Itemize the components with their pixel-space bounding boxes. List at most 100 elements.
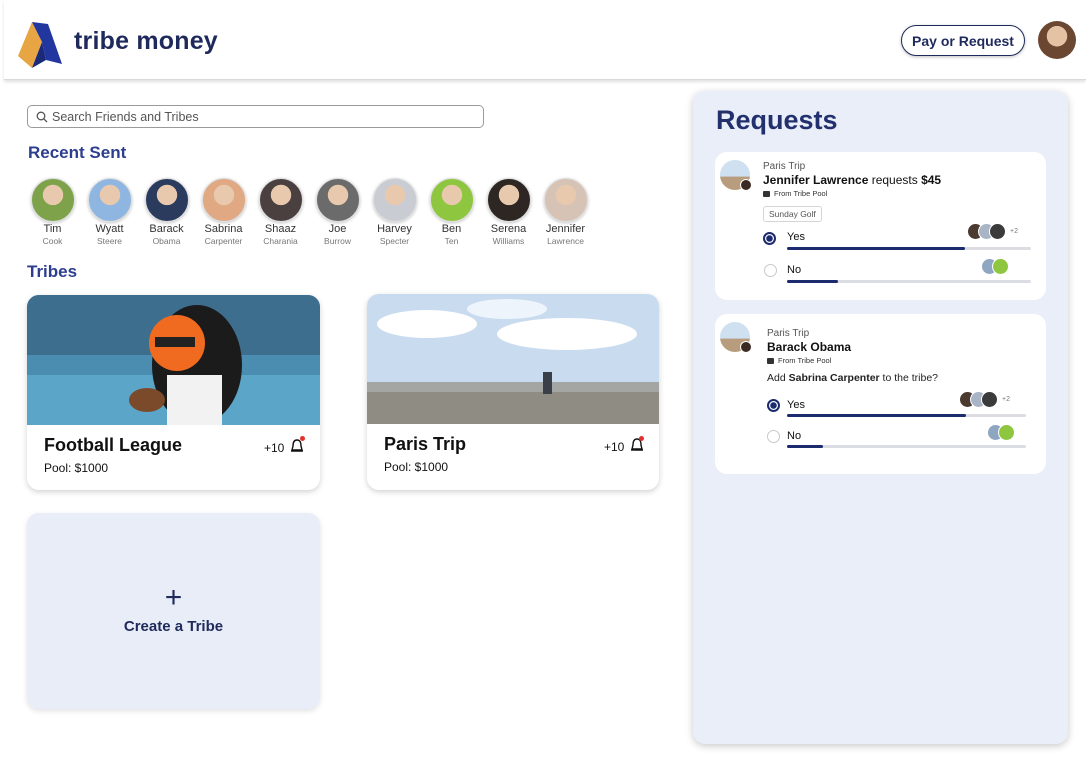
user-avatar[interactable]	[1038, 21, 1076, 59]
voter-avatar	[998, 424, 1015, 441]
friend-avatar[interactable]	[87, 178, 132, 222]
recent-sent-heading: Recent Sent	[28, 143, 127, 162]
friend-last-name: Williams	[492, 236, 525, 246]
no-label: No	[787, 430, 802, 442]
friend-first-name: Wyatt	[95, 223, 124, 235]
friend-last-name: Lawrence	[547, 236, 584, 246]
notification-dot	[639, 436, 644, 441]
voter-avatar	[992, 258, 1009, 275]
request-source-text: From Tribe Pool	[774, 189, 828, 198]
yes-vote-bar	[787, 414, 1026, 417]
friend-first-name: Sabrina	[204, 223, 243, 235]
friend-last-name: Charania	[263, 236, 298, 246]
requester-name-text: Barack Obama	[767, 340, 852, 354]
tribe-name: Paris Trip	[384, 434, 467, 454]
yes-voters: +2	[967, 223, 1018, 240]
search-input[interactable]	[52, 109, 472, 124]
wallet-icon	[763, 190, 770, 197]
more-voters-count: +2	[1010, 228, 1018, 235]
brand-name[interactable]: tribe money	[74, 27, 218, 56]
yes-vote-fill	[787, 414, 967, 417]
create-tribe-label: Create a Tribe	[123, 618, 224, 635]
voter-avatar	[981, 391, 998, 408]
search-bar[interactable]	[27, 105, 484, 128]
friend-first-name: Joe	[328, 223, 347, 235]
no-vote-fill	[787, 280, 839, 283]
pay-or-request-button[interactable]: Pay or Request	[901, 25, 1025, 56]
requester-name: Jennifer Lawrence	[763, 173, 869, 187]
friend-last-name: Carpenter	[204, 236, 243, 246]
friend-last-name: Burrow	[324, 236, 351, 246]
friend-item[interactable]: Shaaz Charania	[252, 178, 309, 247]
create-tribe-button[interactable]: + Create a Tribe	[27, 513, 320, 709]
friend-first-name: Ben	[441, 223, 462, 235]
friend-first-name: Jennifer	[545, 223, 586, 235]
friend-item[interactable]: Joe Burrow	[309, 178, 366, 247]
friend-last-name: Ten	[444, 236, 459, 246]
no-radio[interactable]	[767, 430, 780, 443]
request-tribe: Paris Trip	[763, 161, 806, 172]
tribe-card-football-league[interactable]: Football League Pool: $1000 +10	[27, 295, 320, 490]
friend-avatar[interactable]	[543, 178, 588, 222]
friend-item[interactable]: Tim Cook	[24, 178, 81, 247]
member-count: +10	[604, 440, 625, 454]
yes-radio[interactable]	[767, 399, 780, 412]
friend-item[interactable]: Jennifer Lawrence	[537, 178, 594, 247]
no-radio[interactable]	[764, 264, 777, 277]
request-tribe: Paris Trip	[767, 328, 810, 339]
friend-item[interactable]: Serena Williams	[480, 178, 537, 247]
friend-item[interactable]: Harvey Specter	[366, 178, 423, 247]
friend-item[interactable]: Sabrina Carpenter	[195, 178, 252, 247]
request-tag: Sunday Golf	[763, 206, 822, 222]
friend-first-name: Barack	[149, 223, 184, 235]
yes-label: Yes	[787, 231, 805, 243]
no-voters	[981, 258, 1009, 275]
friend-first-name: Tim	[43, 223, 62, 235]
friend-avatar[interactable]	[372, 178, 417, 222]
top-bar: tribe money Pay or Request	[4, 0, 1086, 80]
friend-last-name: Specter	[379, 236, 410, 246]
friend-avatar[interactable]	[486, 178, 531, 222]
friend-first-name: Serena	[490, 223, 527, 235]
yes-label: Yes	[787, 399, 805, 411]
friend-item[interactable]: Barack Obama	[138, 178, 195, 247]
football-league-photo	[27, 295, 320, 425]
request-card: Paris Trip Barack Obama From Tribe Pool …	[715, 314, 1046, 474]
yes-vote-bar	[787, 247, 1031, 250]
friend-item[interactable]: Wyatt Steere	[81, 178, 138, 247]
no-label: No	[787, 264, 802, 276]
tribe-card-paris-trip[interactable]: Paris Trip Pool: $1000 +10	[367, 294, 659, 490]
friend-first-name: Shaaz	[264, 223, 297, 235]
friend-avatar[interactable]	[201, 178, 246, 222]
more-voters-count: +2	[1002, 396, 1010, 403]
no-vote-bar	[787, 445, 1026, 448]
request-amount: $45	[921, 173, 942, 187]
friend-last-name: Steere	[96, 236, 123, 246]
friend-avatar[interactable]	[258, 178, 303, 222]
friend-avatar[interactable]	[315, 178, 360, 222]
requests-heading: Requests	[716, 105, 838, 135]
question-person: Sabrina Carpenter	[788, 372, 880, 384]
requester-avatar	[740, 341, 752, 353]
requester-name: Barack Obama	[767, 340, 851, 354]
request-source-text: From Tribe Pool	[778, 356, 832, 365]
yes-voters: +2	[959, 391, 1010, 408]
requests-panel: Requests Paris Trip Jennifer Lawrence re…	[693, 91, 1068, 744]
request-source: From Tribe Pool	[767, 356, 831, 365]
friend-avatar[interactable]	[429, 178, 474, 222]
friend-avatar[interactable]	[144, 178, 189, 222]
friend-item[interactable]: Ben Ten	[423, 178, 480, 247]
request-question: Add Sabrina Carpenter to the tribe?	[767, 372, 938, 384]
friend-avatar[interactable]	[30, 178, 75, 222]
tribe-pool: Pool: $1000	[384, 460, 449, 474]
tribe-money-logo-icon[interactable]	[18, 20, 66, 70]
request-text: Jennifer Lawrence requests $45	[763, 173, 941, 187]
tribe-pool: Pool: $1000	[44, 461, 109, 475]
friend-last-name: Cook	[42, 236, 63, 246]
wallet-icon	[767, 357, 774, 364]
yes-vote-fill	[787, 247, 966, 250]
request-card: Paris Trip Jennifer Lawrence requests $4…	[715, 152, 1046, 300]
tribe-name: Football League	[44, 435, 183, 455]
request-action: requests	[868, 173, 922, 187]
yes-radio[interactable]	[763, 232, 776, 245]
